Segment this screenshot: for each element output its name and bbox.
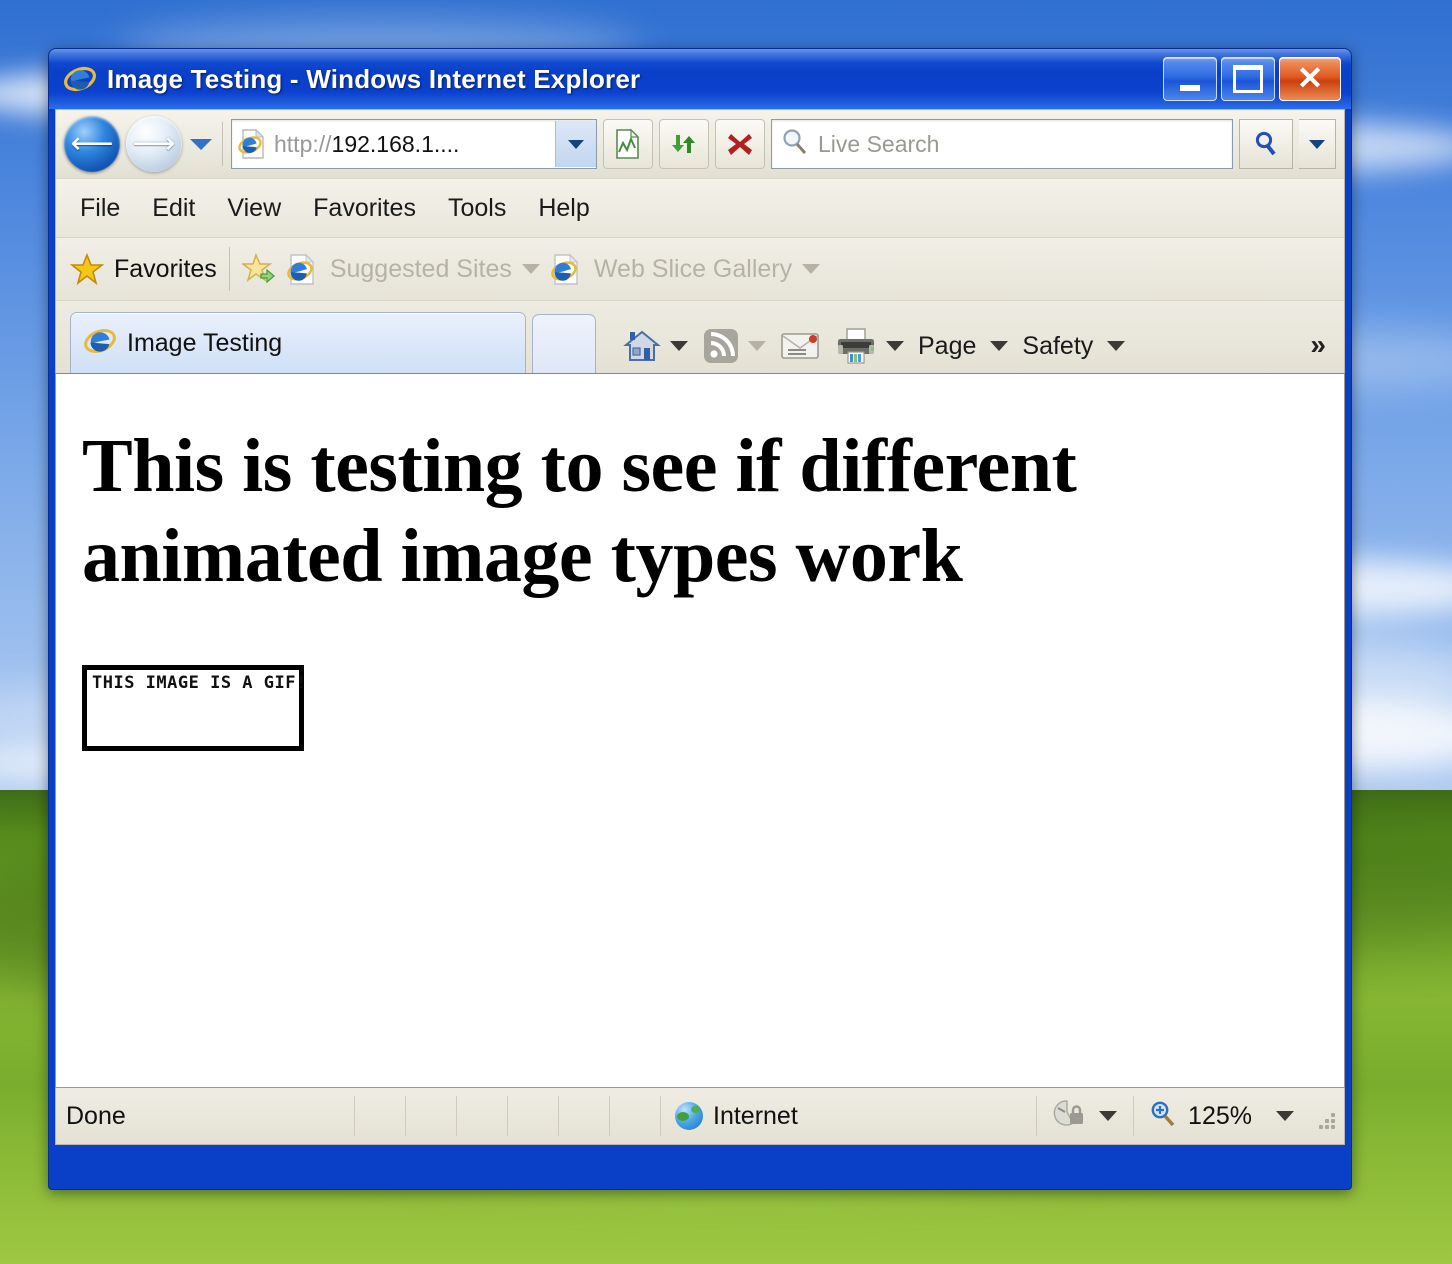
home-icon xyxy=(623,330,661,361)
page-menu-label[interactable]: Page xyxy=(918,332,976,361)
search-icon xyxy=(780,127,810,162)
rss-feed-icon xyxy=(704,329,738,363)
search-options-button[interactable] xyxy=(1299,119,1336,169)
chevron-down-icon[interactable] xyxy=(748,341,766,351)
chevron-down-icon xyxy=(190,138,212,150)
stop-button[interactable] xyxy=(715,119,765,169)
protected-mode-indicator[interactable] xyxy=(1037,1099,1133,1134)
favorites-button-label[interactable]: Favorites xyxy=(114,255,217,284)
chevron-down-icon xyxy=(1309,139,1325,149)
window-controls: ✕ xyxy=(1163,57,1345,101)
favbar-divider xyxy=(228,247,230,291)
chevron-down-icon[interactable] xyxy=(886,341,904,351)
mail-button[interactable] xyxy=(780,330,820,362)
page-icon xyxy=(238,128,268,160)
maximize-button[interactable] xyxy=(1221,57,1275,101)
recent-pages-button[interactable] xyxy=(188,138,214,150)
browser-window: Image Testing - Windows Internet Explore… xyxy=(48,48,1352,1190)
safety-menu-label[interactable]: Safety xyxy=(1022,332,1093,361)
tab-label: Image Testing xyxy=(127,328,283,357)
star-icon xyxy=(69,252,105,286)
menu-item-help[interactable]: Help xyxy=(526,190,601,227)
status-cell xyxy=(559,1096,609,1136)
zoom-in-icon xyxy=(1148,1099,1178,1134)
gif-caption: THIS IMAGE IS A GIF! xyxy=(92,673,307,694)
page-title: This is testing to see if different anim… xyxy=(82,424,1077,598)
suggested-sites-icon xyxy=(286,252,320,286)
title-bar[interactable]: Image Testing - Windows Internet Explore… xyxy=(49,49,1351,109)
address-scheme: http:// xyxy=(274,130,332,157)
address-dropdown-button[interactable] xyxy=(555,121,596,167)
minimize-button[interactable] xyxy=(1163,57,1217,101)
web-slice-gallery-label[interactable]: Web Slice Gallery xyxy=(594,255,792,284)
status-cell xyxy=(508,1096,558,1136)
page-content: This is testing to see if different anim… xyxy=(55,373,1345,1088)
zoom-level: 125% xyxy=(1188,1101,1252,1130)
status-cell xyxy=(355,1096,405,1136)
print-button[interactable] xyxy=(834,327,904,365)
toolbar-divider xyxy=(222,122,223,166)
add-to-favorites-icon[interactable] xyxy=(240,252,276,286)
forward-button[interactable]: ⟶ xyxy=(126,116,182,172)
status-text: Done xyxy=(66,1101,126,1130)
shield-lock-icon xyxy=(1053,1099,1087,1134)
globe-icon xyxy=(675,1102,703,1130)
chevron-down-icon[interactable] xyxy=(802,264,821,274)
printer-icon xyxy=(838,328,874,364)
address-bar[interactable]: http://192.168.1.... xyxy=(231,119,597,169)
command-bar-overflow-button[interactable]: » xyxy=(1310,327,1326,361)
home-button[interactable] xyxy=(622,328,688,364)
tab-favicon xyxy=(83,324,117,363)
tab-image-testing[interactable]: Image Testing xyxy=(70,312,526,373)
menu-item-tools[interactable]: Tools xyxy=(436,190,518,227)
chevron-down-icon[interactable] xyxy=(1276,1111,1294,1121)
chevron-down-icon[interactable] xyxy=(521,264,540,274)
status-bar: Done Internet 125% xyxy=(55,1088,1345,1145)
animated-gif-image: THIS IMAGE IS A GIF! xyxy=(82,665,307,752)
close-button[interactable]: ✕ xyxy=(1279,57,1341,101)
tab-bar: Image Testing Page Safety » xyxy=(56,300,1344,373)
search-go-button[interactable] xyxy=(1239,119,1293,169)
security-zone[interactable]: Internet xyxy=(661,1102,1036,1131)
status-cell xyxy=(457,1096,507,1136)
search-input[interactable]: Live Search xyxy=(771,119,1233,169)
resize-grip[interactable] xyxy=(1308,1102,1336,1130)
chevron-down-icon[interactable] xyxy=(1107,341,1126,351)
status-cell xyxy=(406,1096,456,1136)
window-title: Image Testing - Windows Internet Explore… xyxy=(107,63,641,94)
command-bar: Page Safety » xyxy=(622,327,1344,373)
chevron-down-icon xyxy=(568,139,584,149)
chevron-down-icon[interactable] xyxy=(990,341,1009,351)
suggested-sites-label[interactable]: Suggested Sites xyxy=(330,255,512,284)
zoom-control[interactable]: 125% xyxy=(1134,1099,1308,1134)
compatibility-view-button[interactable] xyxy=(603,119,653,169)
menu-item-view[interactable]: View xyxy=(215,190,293,227)
search-placeholder: Live Search xyxy=(818,130,940,157)
feeds-button[interactable] xyxy=(702,327,766,365)
navigation-toolbar: ⟵ ⟶ http://192.168.1.... Live Search xyxy=(56,110,1344,178)
menu-item-file[interactable]: File xyxy=(68,190,132,227)
chevron-down-icon[interactable] xyxy=(1099,1111,1118,1121)
menu-bar: File Edit View Favorites Tools Help xyxy=(56,178,1344,237)
address-text: http://192.168.1.... xyxy=(274,131,555,158)
mail-icon xyxy=(781,333,819,359)
address-host: 192.168.1.... xyxy=(331,130,460,157)
back-button[interactable]: ⟵ xyxy=(64,116,120,172)
favorites-bar: Favorites Suggested Sites Web Slice Gall… xyxy=(56,237,1344,300)
web-slice-gallery-icon xyxy=(550,252,584,286)
internet-explorer-icon xyxy=(63,62,97,96)
menu-item-edit[interactable]: Edit xyxy=(140,190,207,227)
menu-item-favorites[interactable]: Favorites xyxy=(301,190,428,227)
status-cell xyxy=(610,1096,660,1136)
browser-chrome: ⟵ ⟶ http://192.168.1.... Live Search Fil… xyxy=(55,109,1345,373)
refresh-button[interactable] xyxy=(659,119,709,169)
zone-label: Internet xyxy=(713,1101,798,1130)
chevron-down-icon[interactable] xyxy=(670,341,688,351)
new-tab-button[interactable] xyxy=(532,314,596,373)
